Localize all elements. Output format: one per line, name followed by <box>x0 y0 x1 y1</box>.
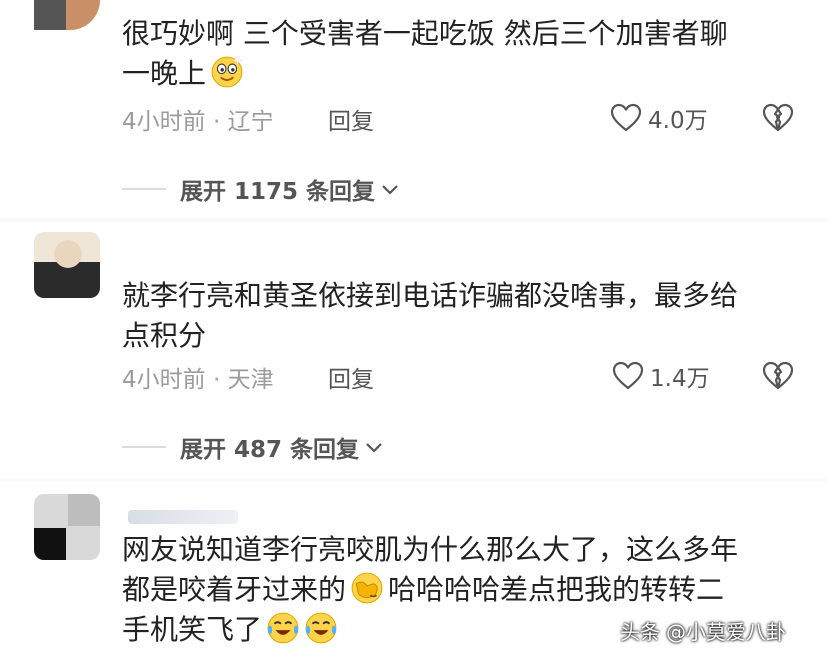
divider <box>0 478 828 482</box>
username-blurred <box>128 510 238 524</box>
tears-of-joy-emoji-icon <box>305 612 337 644</box>
comment-meta: 4小时前 · 辽宁 <box>122 102 274 136</box>
expand-line <box>122 446 166 448</box>
chevron-down-icon <box>366 443 382 453</box>
meta-separator: · <box>212 367 228 393</box>
expand-replies-button[interactable]: 展开 1175 条回复 <box>122 172 401 206</box>
comment-meta: 4小时前 · 天津 <box>122 360 274 394</box>
grinning-squint-emoji-icon <box>211 55 243 88</box>
timestamp: 4小时前 <box>122 367 206 393</box>
broken-heart-icon[interactable] <box>762 360 794 392</box>
reply-button[interactable]: 回复 <box>328 102 374 136</box>
avatar[interactable] <box>34 0 100 30</box>
location: 天津 <box>227 367 274 393</box>
expand-replies-button[interactable]: 展开 487 条回复 <box>122 430 385 464</box>
divider <box>0 218 828 222</box>
watermark: 头条 @小莫爱八卦 <box>620 616 786 645</box>
comment-text: 很巧妙啊 三个受害者一起吃饭 然后三个加害者聊 一晚上 <box>122 14 728 94</box>
timestamp: 4小时前 <box>122 109 206 135</box>
broken-heart-icon[interactable] <box>762 102 794 134</box>
comment-line: 点积分 <box>122 319 207 352</box>
like-count: 1.4万 <box>650 366 710 392</box>
comment-line: 都是咬着牙过来的 哈哈哈哈差点把我的转转二 <box>122 572 725 606</box>
chevron-down-icon <box>382 185 398 195</box>
expand-label: 展开 487 条回复 <box>180 437 360 463</box>
expand-line <box>122 188 166 190</box>
comment-line: 一晚上 <box>122 54 728 94</box>
meta-separator: · <box>212 109 228 135</box>
heart-icon <box>612 361 644 390</box>
location: 辽宁 <box>227 109 274 135</box>
like-button[interactable]: 4.0万 <box>610 101 708 135</box>
avatar[interactable] <box>34 494 100 560</box>
reply-button[interactable]: 回复 <box>328 360 374 394</box>
comment-line: 很巧妙啊 三个受害者一起吃饭 然后三个加害者聊 <box>122 17 728 50</box>
watermark-account: @小莫爱八卦 <box>666 620 786 644</box>
comment-text: 就李行亮和黄圣依接到电话诈骗都没啥事，最多给 点积分 <box>122 276 738 356</box>
tears-of-joy-emoji-icon <box>267 612 299 644</box>
like-count: 4.0万 <box>648 108 708 134</box>
watermark-platform: 头条 <box>620 620 660 644</box>
facepalm-emoji-icon <box>351 572 383 604</box>
comment-line: 网友说知道李行亮咬肌为什么那么大了，这么多年 <box>122 533 739 566</box>
expand-label: 展开 1175 条回复 <box>180 179 376 205</box>
heart-icon <box>610 103 642 132</box>
like-button[interactable]: 1.4万 <box>612 359 710 393</box>
comment-line: 就李行亮和黄圣依接到电话诈骗都没啥事，最多给 <box>122 279 739 312</box>
avatar[interactable] <box>34 232 100 298</box>
